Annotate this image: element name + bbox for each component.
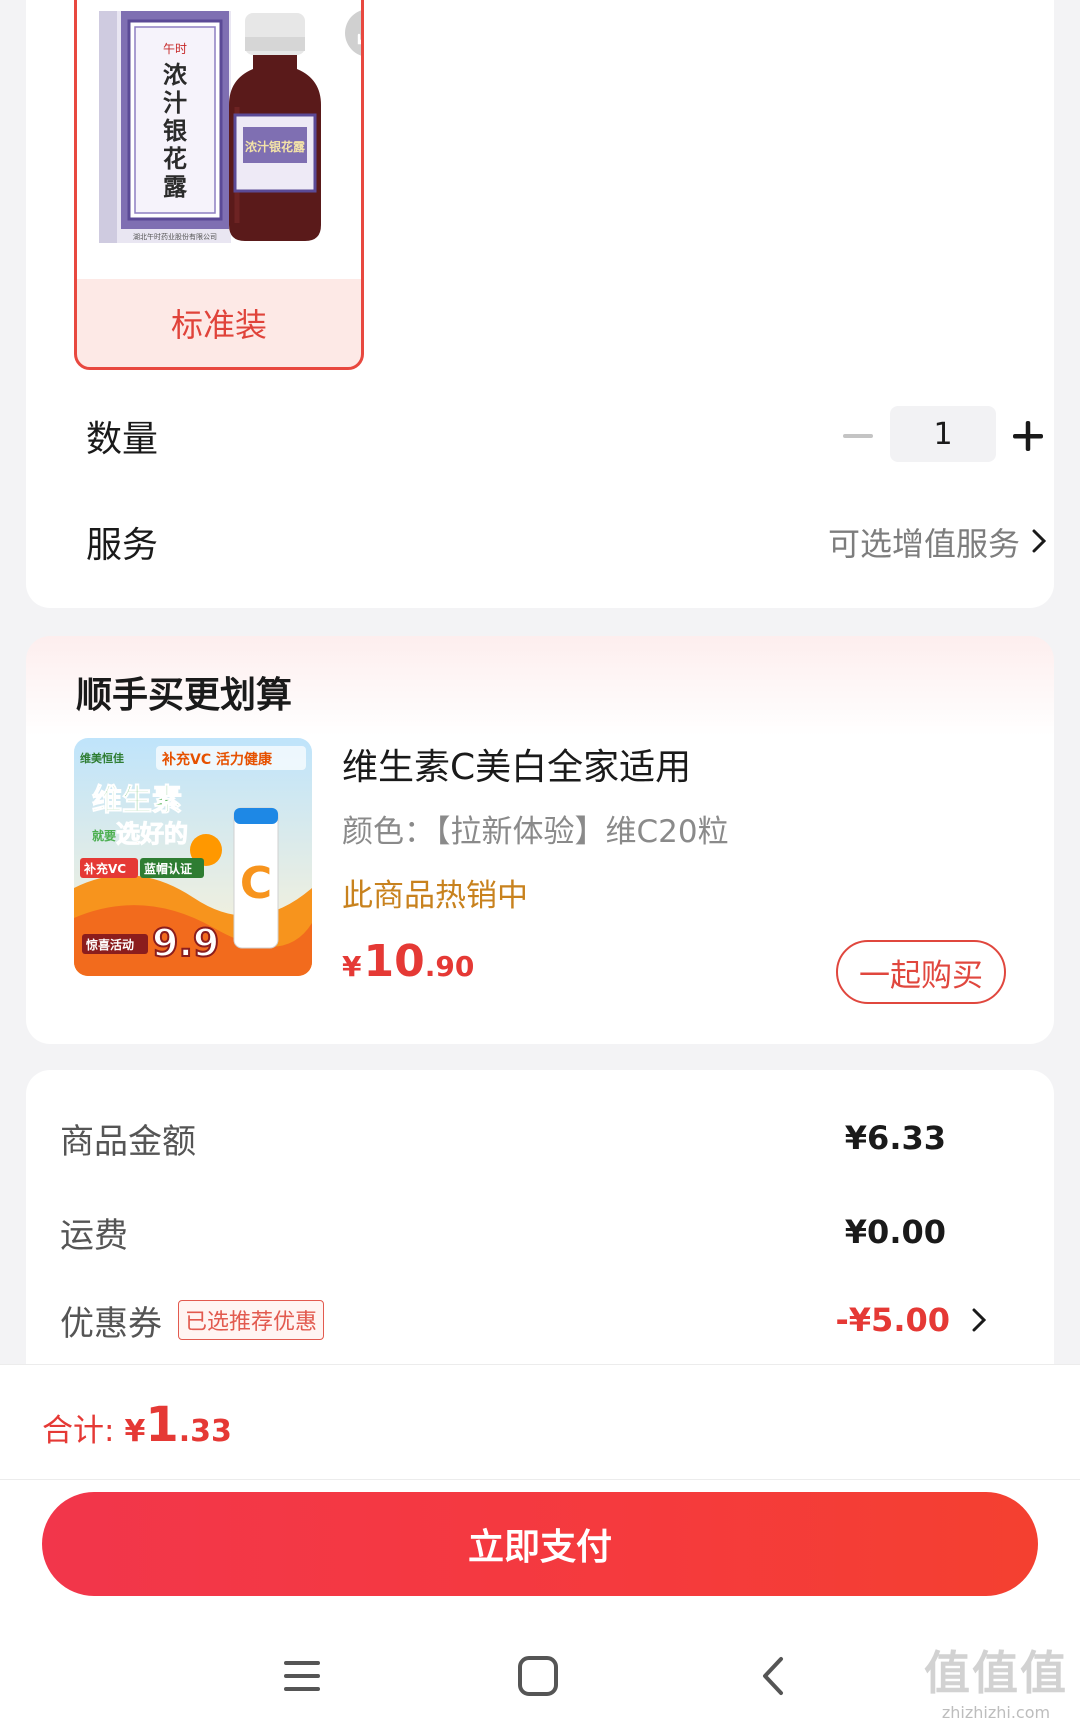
- svg-text:选好的: 选好的: [116, 820, 188, 848]
- svg-text:惊喜活动: 惊喜活动: [86, 937, 134, 952]
- hot-sale-label: 此商品热销中: [342, 878, 528, 914]
- price-summary-card: 商品金额 ¥6.33 运费 ¥0.00 优惠券 已选推荐优惠 -¥5.00: [26, 1070, 1054, 1370]
- coupon-label: 优惠券: [60, 1303, 162, 1344]
- plus-icon[interactable]: [1006, 414, 1050, 458]
- svg-text:就要: 就要: [92, 828, 116, 843]
- recommend-title: 顺手买更划算: [76, 675, 293, 716]
- recommend-product-name[interactable]: 维生素C美白全家适用: [342, 738, 691, 790]
- coupon-row[interactable]: 优惠券 已选推荐优惠 -¥5.00: [60, 1290, 1020, 1350]
- recommend-product-image[interactable]: 维美恒佳 补充VC 活力健康 维生素 就要 选好的 补充VC 蓝帽认证 C 惊喜…: [74, 738, 312, 976]
- chevron-right-icon: [972, 1308, 986, 1332]
- shipping-label: 运费: [60, 1215, 128, 1256]
- total-label: 合计:: [42, 1413, 115, 1449]
- product-image: 午时 浓 汁 银 花 露 湖北午时药业股份有限公司 浓汁银花露: [77, 0, 361, 279]
- total-amount: 合计: ¥ 1 .33: [42, 1397, 232, 1453]
- goods-amount-value: ¥6.33: [844, 1119, 946, 1157]
- spec-card: 午时 浓 汁 银 花 露 湖北午时药业股份有限公司 浓汁银花露 标准装 数量 1…: [26, 0, 1054, 608]
- service-hint: 可选增值服务: [827, 525, 1020, 563]
- spec-label: 标准装: [170, 306, 267, 344]
- svg-text:C: C: [240, 858, 272, 909]
- svg-text:补充VC: 补充VC: [83, 861, 126, 876]
- quantity-label: 数量: [86, 419, 159, 460]
- quantity-input[interactable]: 1: [890, 406, 996, 462]
- coupon-tag: 已选推荐优惠: [178, 1300, 325, 1340]
- goods-amount-row: 商品金额 ¥6.33: [60, 1108, 1020, 1168]
- recommend-price: ¥ 10 .90: [342, 936, 475, 987]
- buy-together-button[interactable]: 一起购买: [836, 940, 1006, 1004]
- coupon-value: -¥5.00: [835, 1301, 951, 1339]
- spec-option-standard[interactable]: 午时 浓 汁 银 花 露 湖北午时药业股份有限公司 浓汁银花露 标准装: [74, 0, 364, 370]
- svg-text:补充VC 活力健康: 补充VC 活力健康: [161, 751, 273, 768]
- minus-icon[interactable]: [838, 416, 878, 456]
- svg-text:汁: 汁: [163, 88, 187, 117]
- back-icon[interactable]: [742, 1646, 802, 1706]
- service-row[interactable]: 服务 可选增值服务: [86, 512, 1047, 572]
- svg-text:银: 银: [163, 116, 188, 145]
- home-icon[interactable]: [508, 1646, 568, 1706]
- chevron-right-icon: [1032, 523, 1047, 561]
- svg-text:9.9: 9.9: [152, 921, 219, 965]
- watermark: 值值值 zhizhizhi.com: [924, 1646, 1068, 1722]
- quantity-row: 数量 1: [86, 406, 1046, 466]
- goods-amount-label: 商品金额: [60, 1121, 196, 1162]
- pay-now-button[interactable]: 立即支付: [42, 1492, 1038, 1596]
- recommend-product-color: 颜色：【拉新体验】维C20粒: [342, 814, 729, 850]
- svg-text:蓝帽认证: 蓝帽认证: [144, 861, 192, 876]
- box-brand: 午时: [163, 42, 187, 56]
- svg-text:维生素: 维生素: [92, 783, 182, 818]
- recommend-card: 顺手买更划算 维美恒佳 补充VC 活力健康 维生素 就要 选好的 补充VC 蓝帽…: [26, 636, 1054, 1044]
- svg-text:浓: 浓: [163, 60, 188, 89]
- shipping-row: 运费 ¥0.00: [60, 1202, 1020, 1262]
- pay-area: 立即支付 值值值 zhizhizhi.com: [0, 1480, 1080, 1732]
- menu-icon[interactable]: [272, 1646, 332, 1706]
- maker-text: 湖北午时药业股份有限公司: [133, 232, 217, 241]
- shipping-value: ¥0.00: [844, 1213, 946, 1251]
- svg-text:花: 花: [163, 144, 187, 173]
- bottle-text: 浓汁银花露: [245, 139, 306, 154]
- svg-text:露: 露: [163, 172, 188, 201]
- svg-text:维美恒佳: 维美恒佳: [80, 751, 124, 765]
- total-bar: 合计: ¥ 1 .33: [0, 1364, 1080, 1480]
- service-label: 服务: [86, 525, 159, 566]
